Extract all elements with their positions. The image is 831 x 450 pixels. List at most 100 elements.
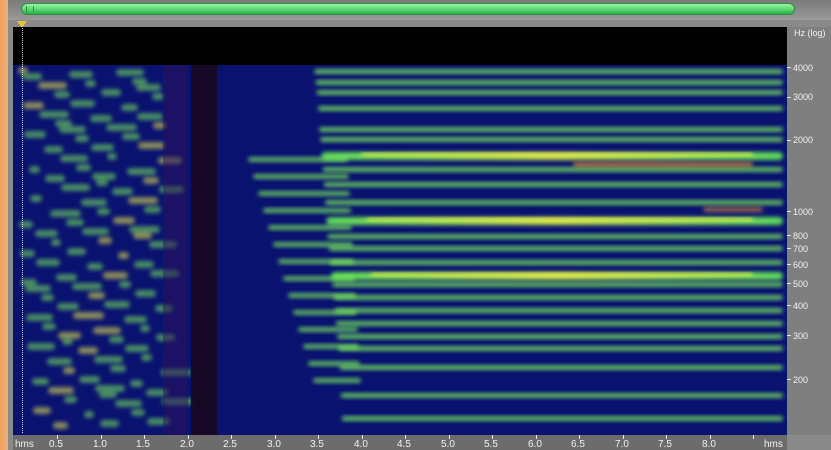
- time-label: 7.5: [658, 439, 672, 450]
- time-label: 5.0: [441, 439, 455, 450]
- noise-blob: [144, 206, 161, 213]
- scroll-grip-icon[interactable]: [26, 6, 34, 12]
- glide-band: [298, 327, 358, 332]
- energy-highlight: [573, 162, 753, 167]
- noise-blob: [35, 230, 58, 237]
- harmonic-band: [333, 295, 783, 300]
- glide-band: [293, 310, 357, 315]
- glide-band: [268, 225, 352, 230]
- time-label: 8.0: [702, 439, 716, 450]
- noise-blob: [42, 323, 56, 330]
- time-tick: [753, 435, 754, 439]
- noise-blob: [116, 69, 144, 76]
- noise-blob: [92, 173, 116, 180]
- noise-blob: [140, 325, 150, 332]
- noise-blob: [113, 217, 135, 224]
- time-tick: [361, 435, 363, 439]
- left-border: [0, 0, 8, 450]
- noise-blob: [70, 100, 95, 107]
- noise-blob: [84, 411, 94, 418]
- noise-blob: [96, 179, 108, 186]
- time-tick: [622, 435, 624, 439]
- time-label: 4.5: [397, 439, 411, 450]
- harmonic-band: [325, 200, 783, 205]
- noise-blob: [79, 376, 100, 383]
- energy-highlight: [703, 207, 763, 212]
- noise-blob: [48, 387, 74, 394]
- noise-blob: [81, 199, 107, 206]
- noise-blob: [39, 111, 69, 118]
- noise-blob: [54, 91, 70, 98]
- glide-band: [283, 276, 355, 281]
- time-label: 2.5: [223, 439, 237, 450]
- time-label: 5.5: [484, 439, 498, 450]
- noise-blob: [99, 391, 117, 398]
- time-label: 3.0: [267, 439, 281, 450]
- overview-scroll-thumb[interactable]: [21, 3, 795, 15]
- silence-gap: [191, 65, 217, 435]
- noise-blob: [103, 272, 128, 279]
- frequency-tick: [787, 248, 791, 249]
- harmonic-core: [371, 273, 753, 276]
- freq-label-2000: 2000: [793, 135, 814, 145]
- time-label: 2.0: [180, 439, 194, 450]
- glide-band: [288, 293, 356, 298]
- time-tick: [535, 435, 537, 439]
- harmonic-band: [323, 182, 783, 187]
- noise-blob: [59, 126, 86, 133]
- noise-blob: [124, 316, 147, 323]
- noise-blob: [85, 80, 96, 87]
- noise-blob: [33, 407, 51, 414]
- noise-blob: [44, 146, 63, 153]
- glide-band: [253, 174, 349, 179]
- harmonic-core: [366, 218, 753, 221]
- noise-blob: [91, 144, 114, 151]
- harmonic-band: [334, 308, 783, 313]
- noise-blob: [26, 314, 53, 321]
- noise-blob: [95, 385, 125, 392]
- freq-label-200: 200: [793, 375, 809, 385]
- noise-blob: [25, 285, 51, 292]
- noise-blob: [47, 358, 72, 365]
- noise-blob: [73, 312, 104, 319]
- spectrogram-view[interactable]: [13, 27, 787, 435]
- time-tick: [492, 435, 493, 439]
- noise-blob: [50, 210, 81, 217]
- time-label: 6.0: [528, 439, 542, 450]
- glide-band: [313, 378, 361, 383]
- noise-blob: [110, 365, 126, 372]
- glide-band: [303, 344, 359, 349]
- freq-label-800: 800: [793, 231, 809, 241]
- harmonic-core: [361, 153, 753, 156]
- time-tick: [274, 435, 276, 439]
- noise-blob: [135, 290, 156, 297]
- glide-band: [278, 259, 354, 264]
- noise-blob: [76, 164, 91, 171]
- noise-blob: [66, 219, 84, 226]
- noise-blob: [107, 153, 117, 160]
- noise-blob: [88, 292, 105, 299]
- noise-blob: [67, 248, 86, 255]
- freq-label-400: 400: [793, 301, 809, 311]
- harmonic-band: [327, 234, 783, 239]
- noise-blob: [122, 133, 140, 140]
- harmonic-band: [340, 393, 783, 398]
- harmonic-band: [314, 69, 783, 74]
- harmonic-band: [335, 321, 783, 326]
- low-energy-region: [163, 65, 188, 435]
- time-label: 1.0: [93, 439, 107, 450]
- time-axis-unit-right: hms: [764, 439, 783, 450]
- noise-blob: [56, 274, 77, 281]
- noise-blob: [94, 356, 123, 363]
- glide-band: [308, 361, 360, 366]
- harmonic-band: [315, 80, 783, 85]
- harmonic-band: [341, 416, 783, 421]
- time-tick: [579, 435, 580, 439]
- time-tick: [405, 435, 406, 439]
- time-label: 7.0: [615, 439, 629, 450]
- noise-blob: [121, 104, 138, 111]
- time-tick: [57, 435, 58, 439]
- noise-blob: [21, 279, 37, 286]
- noise-blob: [112, 188, 133, 195]
- noise-blob: [109, 336, 124, 343]
